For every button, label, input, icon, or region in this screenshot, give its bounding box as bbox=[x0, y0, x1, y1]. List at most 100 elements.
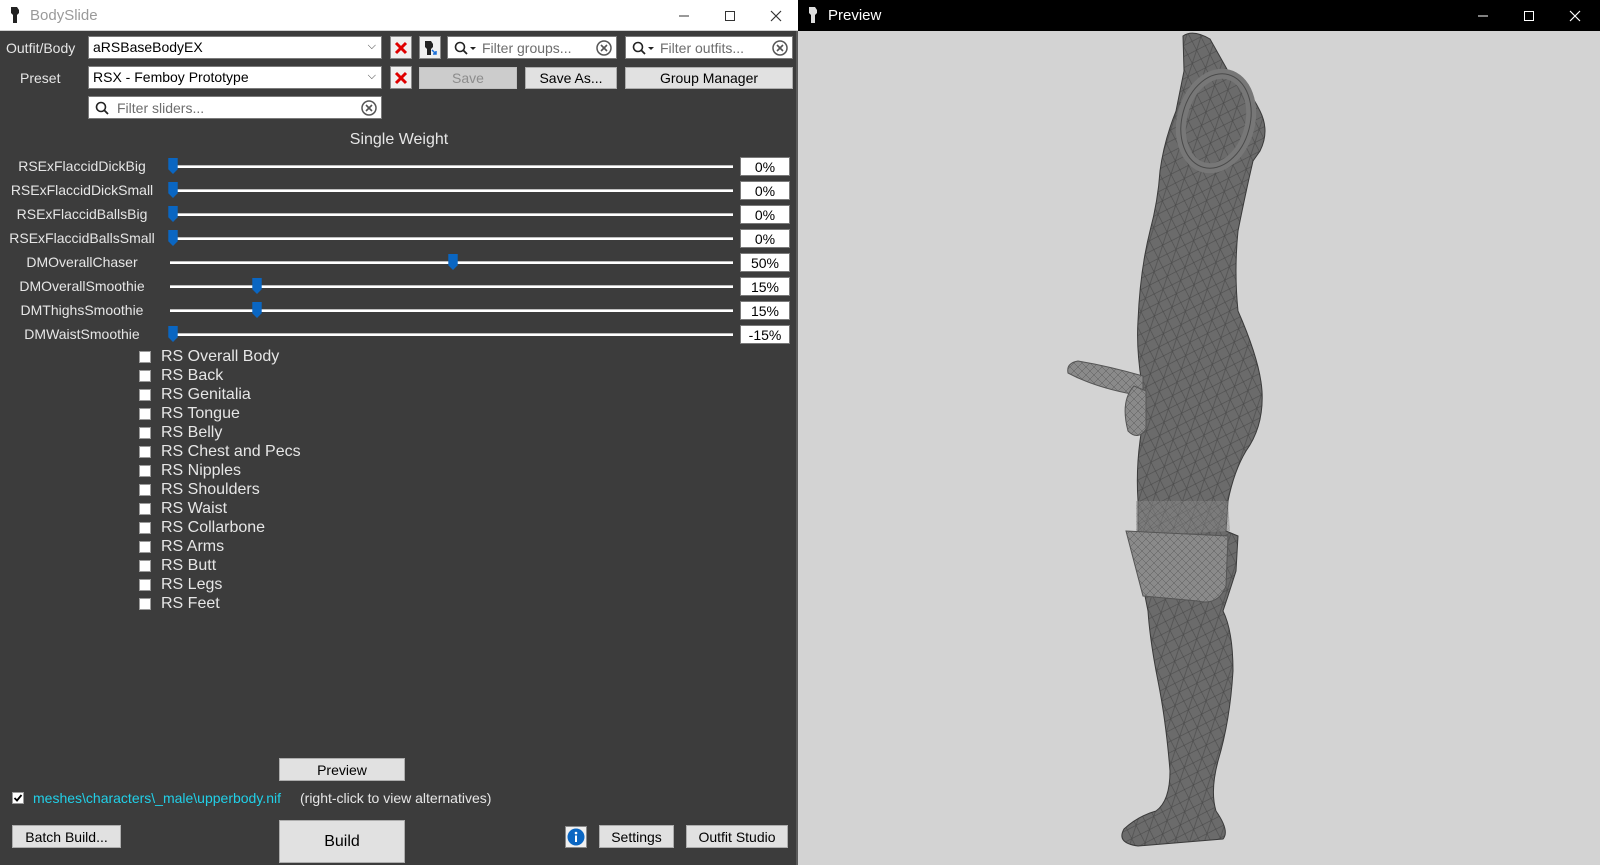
group-checkbox-item[interactable]: RS Back bbox=[139, 366, 301, 385]
output-path-link[interactable]: meshes\characters\_male\upperbody.nif bbox=[33, 790, 281, 806]
chevron-down-icon[interactable]: ⌵ bbox=[368, 40, 376, 53]
group-checkbox-label: RS Genitalia bbox=[161, 385, 251, 403]
slider-thumb[interactable] bbox=[168, 206, 178, 222]
slider-thumb[interactable] bbox=[168, 182, 178, 198]
group-checkbox[interactable] bbox=[139, 464, 151, 477]
group-checkbox-label: RS Butt bbox=[161, 556, 217, 574]
body-mesh-figure bbox=[1067, 32, 1266, 847]
group-checkbox[interactable] bbox=[139, 540, 151, 553]
group-checkbox-item[interactable]: RS Arms bbox=[139, 537, 301, 556]
close-button[interactable] bbox=[753, 0, 798, 31]
slider-value-field[interactable]: 0% bbox=[740, 205, 790, 224]
slider-thumb[interactable] bbox=[252, 278, 262, 294]
slider-track[interactable] bbox=[170, 333, 733, 336]
clear-search-icon[interactable] bbox=[361, 100, 377, 116]
minimize-button[interactable] bbox=[661, 0, 707, 31]
group-checkbox-label: RS Arms bbox=[161, 537, 225, 555]
batch-build-button[interactable]: Batch Build... bbox=[12, 825, 121, 848]
group-manager-button[interactable]: Group Manager bbox=[625, 67, 793, 89]
maximize-icon bbox=[1524, 10, 1534, 21]
group-filter-toggle-button[interactable] bbox=[419, 36, 441, 59]
slider-thumb[interactable] bbox=[168, 230, 178, 246]
3d-viewport[interactable] bbox=[798, 31, 1600, 865]
settings-button[interactable]: Settings bbox=[599, 825, 674, 848]
group-checkbox-item[interactable]: RS Overall Body bbox=[139, 347, 301, 366]
filter-outfits-placeholder: Filter outfits... bbox=[660, 40, 745, 56]
slider-track[interactable] bbox=[170, 165, 733, 168]
group-checkbox-label: RS Nipples bbox=[161, 461, 242, 479]
maximize-button[interactable] bbox=[707, 0, 753, 31]
group-checkbox[interactable] bbox=[139, 502, 151, 515]
slider-thumb[interactable] bbox=[168, 158, 178, 174]
close-button[interactable] bbox=[1552, 0, 1598, 31]
slider-value-field[interactable]: 0% bbox=[740, 181, 790, 200]
slider-value-field[interactable]: 15% bbox=[740, 277, 790, 296]
preset-combo[interactable]: RSX - Femboy Prototype ⌵ bbox=[88, 66, 382, 89]
outfit-body-combo[interactable]: aRSBaseBodyEX ⌵ bbox=[88, 36, 382, 59]
group-checkbox-label: RS Belly bbox=[161, 423, 223, 441]
slider-label: DMOverallChaser bbox=[26, 254, 138, 270]
slider-value-field[interactable]: 0% bbox=[740, 157, 790, 176]
group-checkbox-item[interactable]: RS Chest and Pecs bbox=[139, 442, 301, 461]
group-checkbox-item[interactable]: RS Tongue bbox=[139, 404, 301, 423]
bodyslide-titlebar[interactable]: BodySlide bbox=[0, 0, 798, 31]
group-checkbox[interactable] bbox=[139, 407, 151, 420]
slider-thumb[interactable] bbox=[448, 254, 458, 270]
group-checkbox-label: RS Waist bbox=[161, 499, 228, 517]
group-checkbox-item[interactable]: RS Belly bbox=[139, 423, 301, 442]
group-checkbox-item[interactable]: RS Collarbone bbox=[139, 518, 301, 537]
group-checkbox[interactable] bbox=[139, 597, 151, 610]
maximize-button[interactable] bbox=[1506, 0, 1552, 31]
info-icon bbox=[567, 828, 585, 846]
slider-thumb[interactable] bbox=[252, 302, 262, 318]
slider-value-field[interactable]: 0% bbox=[740, 229, 790, 248]
group-checkbox-item[interactable]: RS Butt bbox=[139, 556, 301, 575]
about-button[interactable] bbox=[565, 826, 587, 848]
slider-value-field[interactable]: 15% bbox=[740, 301, 790, 320]
output-checkbox[interactable] bbox=[12, 792, 24, 804]
slider-track[interactable] bbox=[170, 237, 733, 240]
group-checkbox-item[interactable]: RS Genitalia bbox=[139, 385, 301, 404]
chevron-down-icon[interactable]: ⌵ bbox=[368, 70, 376, 83]
save-as-button[interactable]: Save As... bbox=[525, 67, 617, 89]
group-checkbox-item[interactable]: RS Legs bbox=[139, 575, 301, 594]
slider-track[interactable] bbox=[170, 189, 733, 192]
group-checkbox[interactable] bbox=[139, 559, 151, 572]
group-checkbox[interactable] bbox=[139, 369, 151, 382]
group-checkbox-item[interactable]: RS Feet bbox=[139, 594, 301, 613]
clear-search-icon[interactable] bbox=[772, 40, 788, 56]
clear-outfit-button[interactable] bbox=[390, 36, 412, 59]
group-checkbox-item[interactable]: RS Nipples bbox=[139, 461, 301, 480]
group-checkbox-label: RS Legs bbox=[161, 575, 223, 593]
filter-groups-input[interactable]: Filter groups... bbox=[447, 36, 617, 59]
save-button[interactable]: Save bbox=[419, 67, 517, 89]
group-checkbox[interactable] bbox=[139, 350, 151, 363]
group-checkbox[interactable] bbox=[139, 483, 151, 496]
group-checkbox[interactable] bbox=[139, 521, 151, 534]
delete-preset-button[interactable] bbox=[390, 66, 412, 89]
bodyslide-window: BodySlide Outfit/Body aRSBaseBodyEX ⌵ Fi… bbox=[0, 0, 798, 865]
build-button[interactable]: Build bbox=[279, 820, 405, 863]
filter-sliders-input[interactable]: Filter sliders... bbox=[88, 96, 382, 119]
group-checkbox[interactable] bbox=[139, 578, 151, 591]
group-checkbox-item[interactable]: RS Shoulders bbox=[139, 480, 301, 499]
group-checkbox-label: RS Shoulders bbox=[161, 480, 260, 498]
slider-value-field[interactable]: 50% bbox=[740, 253, 790, 272]
slider-label: RSExFlaccidBallsBig bbox=[16, 206, 148, 222]
group-checkbox-item[interactable]: RS Waist bbox=[139, 499, 301, 518]
minimize-button[interactable] bbox=[1460, 0, 1506, 31]
slider-label: RSExFlaccidBallsSmall bbox=[9, 230, 155, 246]
preview-button[interactable]: Preview bbox=[279, 758, 405, 781]
group-checkbox-label: RS Feet bbox=[161, 594, 220, 612]
group-checkbox[interactable] bbox=[139, 388, 151, 401]
slider-thumb[interactable] bbox=[168, 326, 178, 342]
preview-titlebar[interactable]: Preview bbox=[798, 0, 1600, 31]
slider-track[interactable] bbox=[170, 213, 733, 216]
filter-outfits-input[interactable]: Filter outfits... bbox=[625, 36, 793, 59]
clear-search-icon[interactable] bbox=[596, 40, 612, 56]
group-checkbox[interactable] bbox=[139, 445, 151, 458]
group-checkbox[interactable] bbox=[139, 426, 151, 439]
slider-value-field[interactable]: -15% bbox=[740, 325, 790, 344]
outfit-studio-button[interactable]: Outfit Studio bbox=[686, 825, 788, 848]
filter-sliders-placeholder: Filter sliders... bbox=[117, 100, 205, 116]
